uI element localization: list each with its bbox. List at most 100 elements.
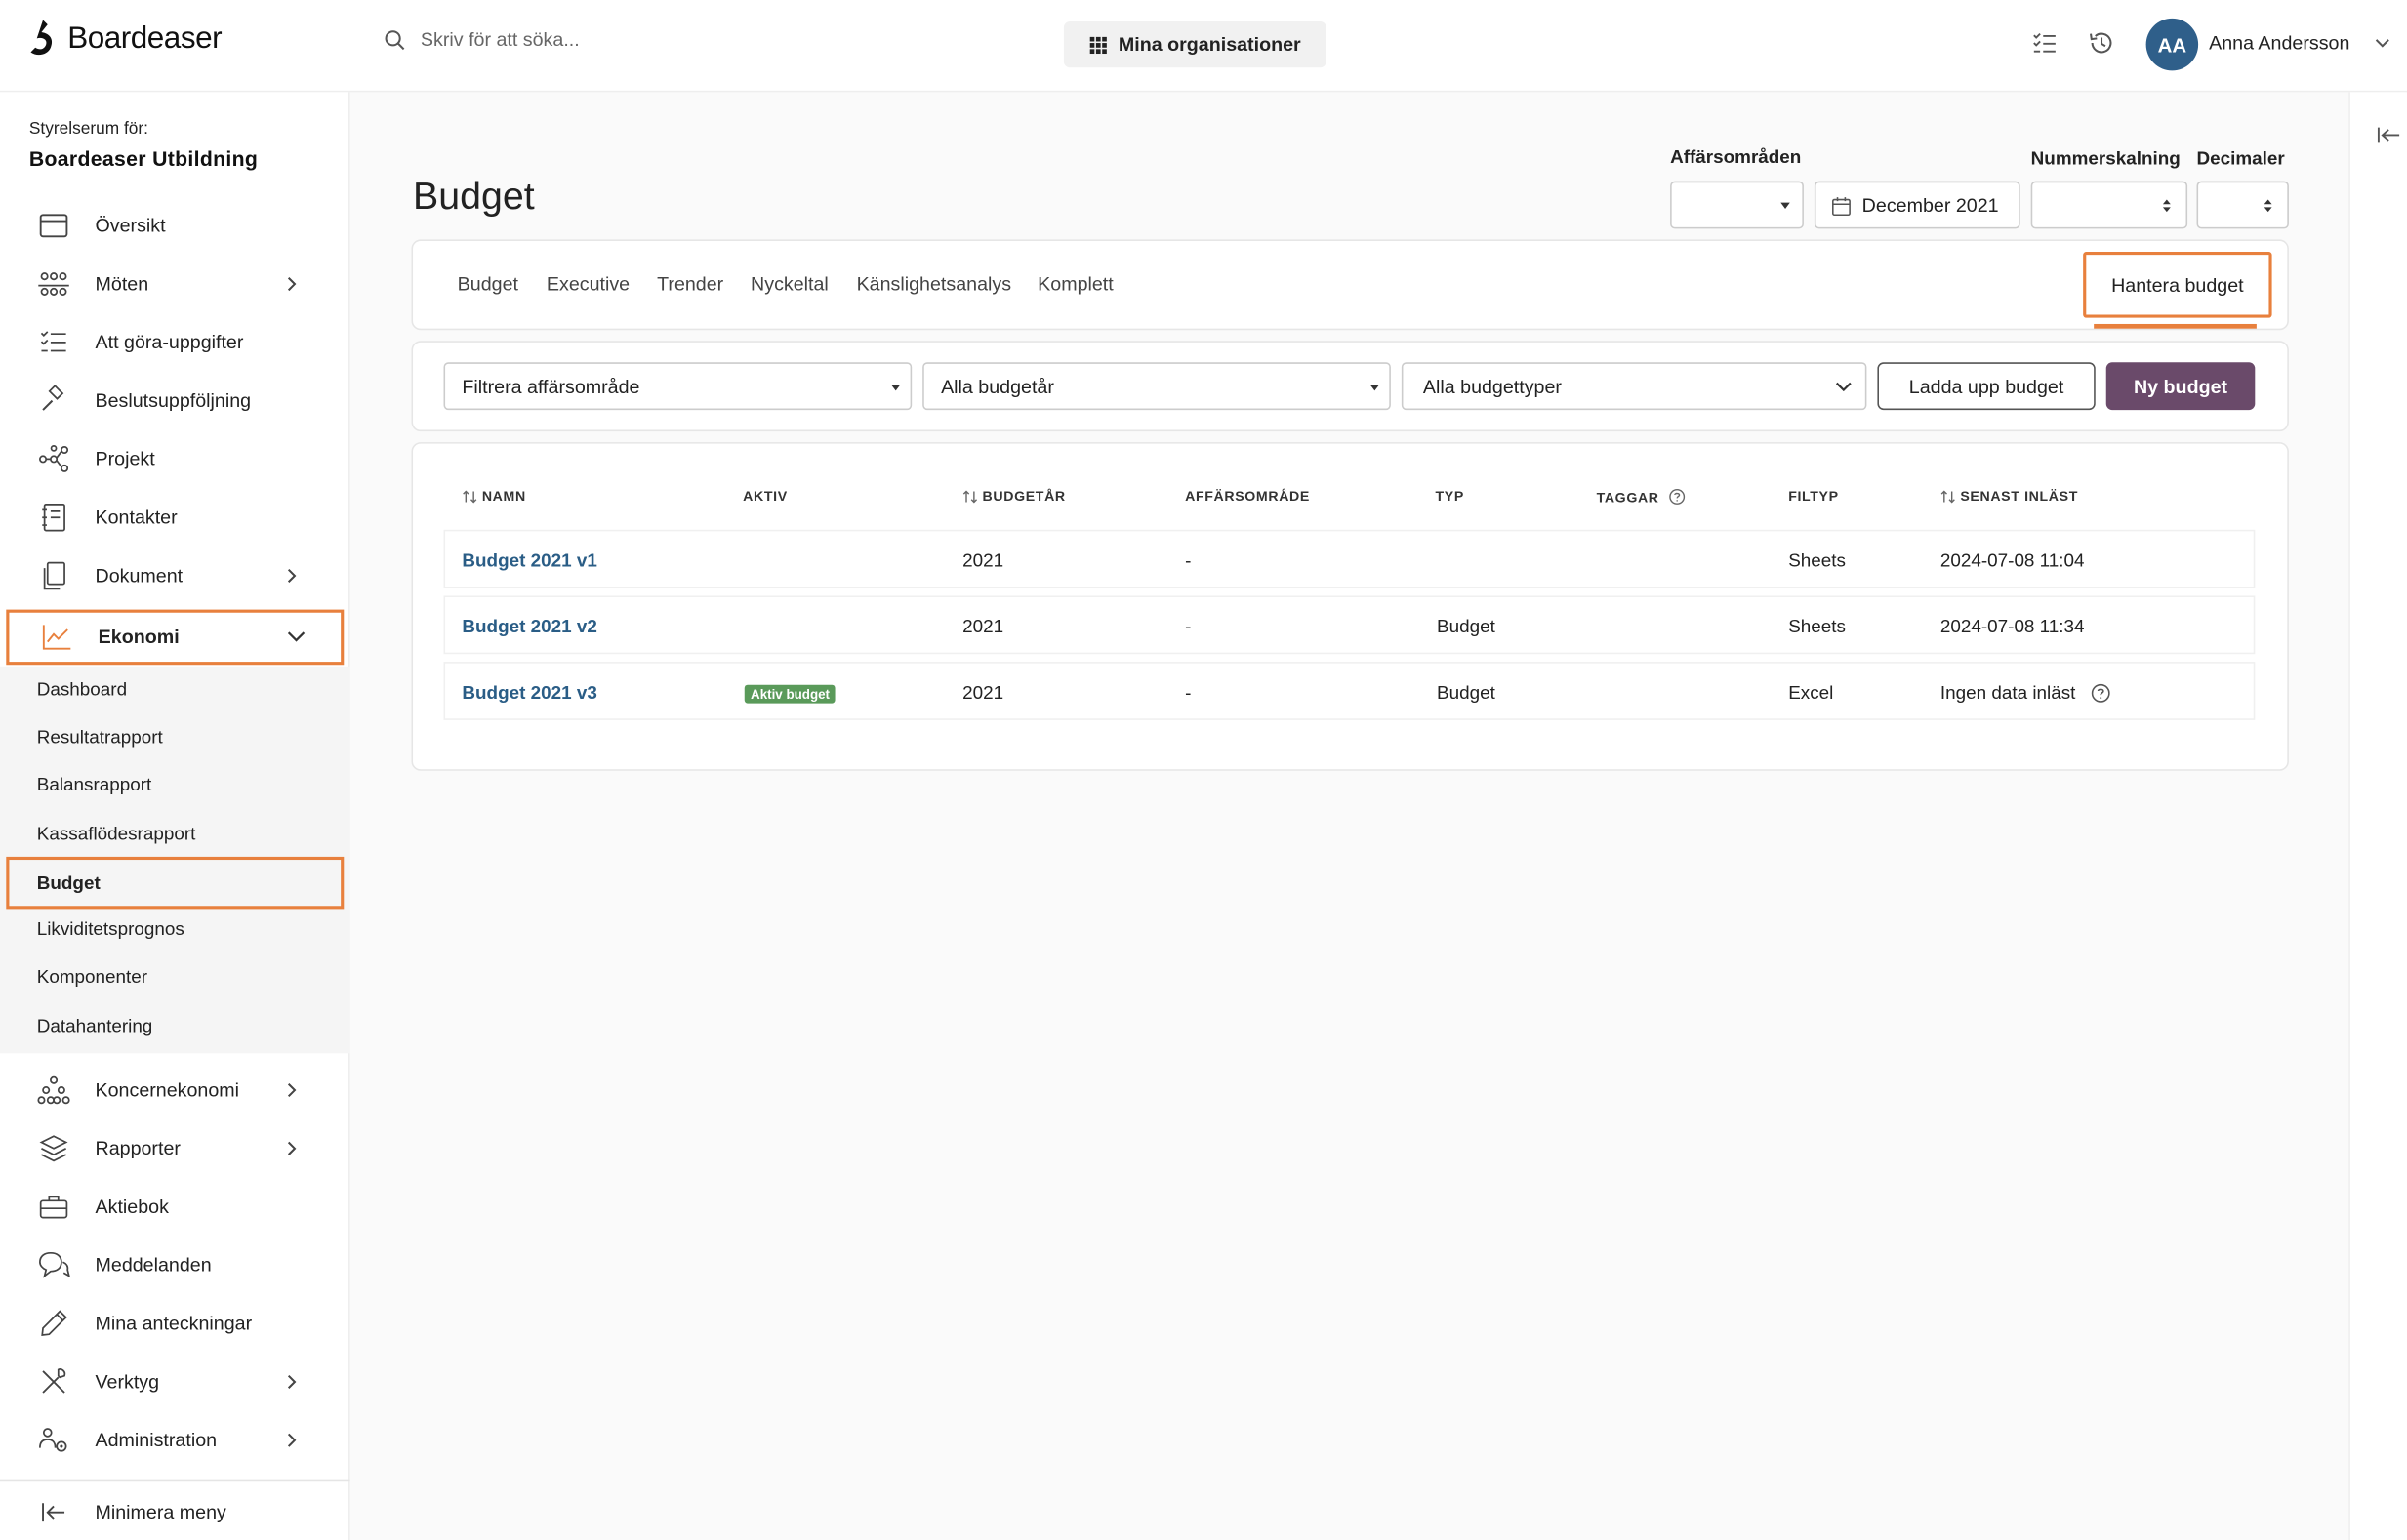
sidebar-item-contacts[interactable]: Kontakter	[0, 493, 350, 542]
column-header-name[interactable]: NAMN	[462, 488, 525, 504]
column-header-last-loaded[interactable]: SENAST INLÄST	[1940, 488, 2078, 504]
submenu-item-budget[interactable]: Budget	[6, 856, 345, 910]
sidebar-item-label: Projekt	[95, 448, 155, 470]
sidebar-item-todo[interactable]: Att göra-uppgifter	[0, 318, 350, 367]
collapse-panel-icon[interactable]	[2377, 126, 2401, 144]
sidebar-item-economy[interactable]: Ekonomi	[6, 609, 345, 666]
network-icon	[37, 442, 71, 476]
user-name[interactable]: Anna Andersson	[2209, 32, 2349, 54]
chevron-right-icon	[287, 1141, 297, 1155]
gavel-icon	[37, 384, 71, 418]
submenu-item-components[interactable]: Komponenter	[37, 959, 147, 993]
tab-budget[interactable]: Budget	[458, 273, 518, 295]
sidebar-footer: Minimera meny	[0, 1479, 350, 1540]
business-areas-select[interactable]	[1670, 181, 1804, 229]
chat-icon	[37, 1248, 71, 1282]
number-scaling-select[interactable]	[2030, 181, 2188, 229]
sidebar-item-group-economy[interactable]: Koncernekonomi	[0, 1066, 350, 1114]
calendar-icon	[1832, 197, 1851, 217]
sidebar-item-decisions[interactable]: Beslutsuppföljning	[0, 376, 350, 425]
task-list-icon[interactable]	[2031, 29, 2059, 57]
app-name: Boardeaser	[67, 20, 223, 55]
budget-name-link[interactable]: Budget 2021 v2	[462, 616, 596, 637]
active-tab-indicator	[2094, 323, 2257, 329]
submenu-item-income-report[interactable]: Resultatrapport	[37, 720, 163, 754]
search-icon	[385, 30, 405, 51]
sidebar-item-documents[interactable]: Dokument	[0, 551, 350, 600]
my-organizations-button[interactable]: Mina organisationer	[1063, 21, 1326, 68]
tab-complete[interactable]: Komplett	[1038, 273, 1114, 295]
room-label: Styrelserum för:	[28, 119, 148, 139]
type-cell: Budget	[1437, 615, 1495, 637]
sidebar-item-meetings[interactable]: Möten	[0, 260, 350, 308]
filter-budget-type-value: Alla budgettyper	[1422, 375, 1562, 397]
filter-budget-year-value: Alla budgetår	[941, 375, 1054, 397]
sidebar-item-label: Meddelanden	[95, 1254, 212, 1277]
sidebar-item-administration[interactable]: Administration	[0, 1416, 350, 1465]
date-picker[interactable]: December 2021	[1814, 181, 2020, 229]
filter-business-area[interactable]: Filtrera affärsområde	[443, 362, 913, 411]
chevron-down-icon[interactable]	[2373, 34, 2391, 53]
tab-manage-budget[interactable]: Hantera budget	[2083, 252, 2272, 318]
sidebar-item-overview[interactable]: Översikt	[0, 201, 350, 250]
history-icon[interactable]	[2088, 29, 2115, 57]
filter-budget-type[interactable]: Alla budgettyper	[1401, 362, 1867, 411]
sidebar-item-notes[interactable]: Mina anteckningar	[0, 1299, 350, 1348]
budget-year-cell: 2021	[962, 615, 1004, 637]
column-header-budget-year[interactable]: BUDGETÅR	[962, 488, 1066, 504]
tab-key-figures[interactable]: Nyckeltal	[751, 273, 829, 295]
app-logo[interactable]: Boardeaser	[27, 19, 223, 59]
search-bar[interactable]: Skriv för att söka...	[384, 29, 580, 51]
new-budget-button[interactable]: Ny budget	[2105, 362, 2256, 411]
sidebar-item-label: Beslutsuppföljning	[95, 389, 252, 412]
briefcase-icon	[37, 1190, 71, 1224]
upload-budget-button[interactable]: Ladda upp budget	[1877, 362, 2096, 411]
sidebar-item-tools[interactable]: Verktyg	[0, 1358, 350, 1406]
sort-icon	[962, 489, 978, 503]
search-input[interactable]: Skriv för att söka...	[421, 29, 580, 51]
tab-executive[interactable]: Executive	[547, 273, 630, 295]
sidebar-item-label: Översikt	[95, 215, 166, 237]
right-panel-rail	[2348, 92, 2407, 1540]
meeting-icon	[37, 267, 71, 302]
avatar[interactable]: AA	[2145, 18, 2199, 71]
sidebar-item-projects[interactable]: Projekt	[0, 434, 350, 483]
sidebar-item-label: Ekonomi	[98, 626, 180, 648]
sidebar-item-reports[interactable]: Rapporter	[0, 1124, 350, 1173]
sidebar-item-share-register[interactable]: Aktiebok	[0, 1182, 350, 1231]
sort-arrows-icon	[2264, 199, 2272, 213]
table-row[interactable]: Budget 2021 v1 2021 - Sheets 2024-07-08 …	[443, 529, 2256, 588]
help-icon[interactable]	[2091, 683, 2110, 703]
budget-name-link[interactable]: Budget 2021 v1	[462, 549, 596, 571]
chevron-right-icon	[287, 1083, 297, 1098]
submenu-item-data-management[interactable]: Datahantering	[37, 1009, 153, 1043]
tools-icon	[37, 1365, 71, 1399]
sidebar-item-label: Verktyg	[95, 1370, 160, 1393]
help-icon[interactable]	[1668, 488, 1685, 505]
sidebar-item-messages[interactable]: Meddelanden	[0, 1240, 350, 1289]
sort-arrows-icon	[2162, 199, 2171, 213]
submenu-item-dashboard[interactable]: Dashboard	[37, 672, 127, 707]
calendar-icon	[37, 209, 71, 243]
sidebar-item-label: Rapporter	[95, 1137, 181, 1159]
tab-sensitivity-analysis[interactable]: Känslighetsanalys	[857, 273, 1011, 295]
submenu-item-liquidity-forecast[interactable]: Likviditetsprognos	[37, 912, 184, 947]
submenu-item-cashflow-report[interactable]: Kassaflödesrapport	[37, 817, 196, 851]
table-row[interactable]: Budget 2021 v2 2021 - Budget Sheets 2024…	[443, 595, 2256, 655]
budget-name-link[interactable]: Budget 2021 v3	[462, 682, 596, 704]
tab-trends[interactable]: Trender	[657, 273, 723, 295]
business-areas-label: Affärsområden	[1670, 145, 1802, 168]
budget-year-cell: 2021	[962, 549, 1004, 572]
table-row[interactable]: Budget 2021 v3 Aktiv budget 2021 - Budge…	[443, 662, 2256, 720]
business-area-cell: -	[1185, 615, 1192, 637]
filter-budget-year[interactable]: Alla budgetår	[922, 362, 1391, 411]
business-area-cell: -	[1185, 549, 1192, 572]
room-name: Boardeaser Utbildning	[28, 147, 259, 171]
submenu-item-balance-report[interactable]: Balansrapport	[37, 768, 152, 802]
chevron-right-icon	[287, 568, 297, 584]
chevron-down-icon	[1835, 382, 1852, 392]
decimals-select[interactable]	[2196, 181, 2289, 229]
sidebar-item-label: Att göra-uppgifter	[95, 331, 244, 353]
type-cell: Budget	[1437, 681, 1495, 704]
minimize-menu-button[interactable]: Minimera meny	[0, 1488, 350, 1537]
